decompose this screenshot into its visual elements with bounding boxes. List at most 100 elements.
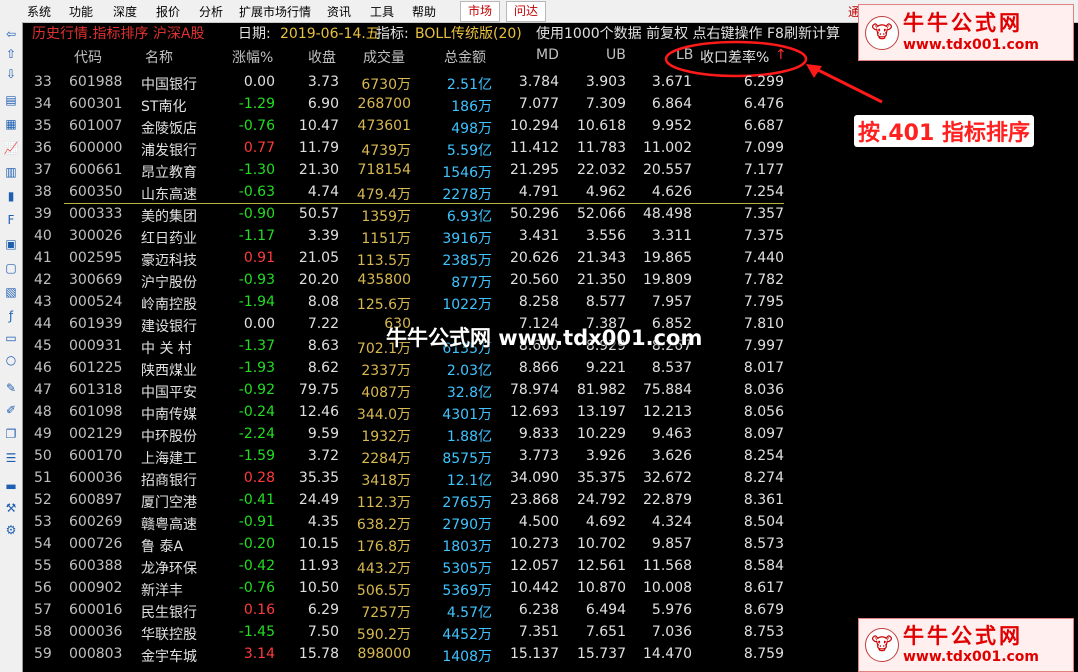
table-row[interactable]: 46 601225 陕西煤业 -1.93 8.62 2337万 2.03亿 8.866 9.22… bbox=[26, 357, 796, 379]
gear-icon[interactable]: ⚙ bbox=[3, 522, 19, 538]
left-toolbar: ⇦ ⇧ ⇩ ▤ ▦ 📈 ▥ ▮ F ▣ ▢ ▧ ƒ ▭ ○ ✎ ✐ ❐ ☰ ▬ … bbox=[0, 22, 23, 672]
table-row[interactable]: 59 000803 金宇车城 3.14 15.78 898000 1408万 15.137 15… bbox=[26, 643, 796, 665]
copy-icon[interactable]: ❐ bbox=[3, 426, 19, 442]
ub-value: 12.561 bbox=[577, 558, 626, 574]
table-row[interactable]: 54 000726 鲁 泰A -0.20 10.15 176.8万 1803万 10.273 1… bbox=[26, 533, 796, 555]
logo-title: 牛牛公式网 bbox=[903, 11, 1023, 35]
header-code[interactable]: 代码 bbox=[74, 47, 102, 67]
rate-value: 8.584 bbox=[743, 558, 784, 574]
indicator-value[interactable]: BOLL传统版(20) bbox=[415, 24, 522, 45]
lb-value: 9.952 bbox=[651, 118, 692, 134]
table-row[interactable]: 34 600301 ST南化 -1.29 6.90 268700 186万 7.077 7.30… bbox=[26, 93, 796, 115]
document-icon[interactable]: ▣ bbox=[3, 236, 19, 252]
header-name[interactable]: 名称 bbox=[145, 47, 173, 67]
header-amount[interactable]: 总金额 bbox=[444, 47, 486, 67]
amount: 32.8亿 bbox=[446, 385, 492, 401]
header-ub[interactable]: UB bbox=[606, 47, 626, 63]
menu-depth[interactable]: 深度 bbox=[113, 3, 137, 20]
menu-help[interactable]: 帮助 bbox=[412, 3, 436, 20]
amount: 1546万 bbox=[442, 165, 492, 181]
wrench-icon[interactable]: ⚒ bbox=[3, 500, 19, 516]
table-row[interactable]: 57 600016 民生银行 0.16 6.29 7257万 4.57亿 6.238 6.494… bbox=[26, 599, 796, 621]
volume: 435800 bbox=[357, 272, 411, 288]
table-row[interactable]: 43 000524 岭南控股 -1.94 8.08 125.6万 1022万 8.258 8.5… bbox=[26, 291, 796, 313]
table-row[interactable]: 47 601318 中国平安 -0.92 79.75 4087万 32.8亿 78.974 81… bbox=[26, 379, 796, 401]
ub-value: 4.962 bbox=[585, 184, 626, 200]
stack-icon[interactable]: ☰ bbox=[3, 450, 19, 466]
table-row[interactable]: 49 002129 中环股份 -2.24 9.59 1932万 1.88亿 9.833 10.2… bbox=[26, 423, 796, 445]
table-row[interactable]: 33 601988 中国银行 0.00 3.73 6730万 2.51亿 3.784 3.903… bbox=[26, 71, 796, 93]
kline-icon[interactable]: ▥ bbox=[3, 164, 19, 180]
finance-icon[interactable]: F bbox=[3, 212, 19, 228]
row-index: 38 bbox=[34, 184, 52, 200]
amount: 5.59亿 bbox=[446, 143, 492, 159]
market-button[interactable]: 市场 bbox=[460, 1, 500, 22]
table-row[interactable]: 48 601098 中南传媒 -0.24 12.46 344.0万 4301万 12.693 1… bbox=[26, 401, 796, 423]
table-row[interactable]: 53 600269 赣粤高速 -0.91 4.35 638.2万 2790万 4.500 4.6… bbox=[26, 511, 796, 533]
md-value: 23.868 bbox=[510, 492, 559, 508]
menu-system[interactable]: 系统 bbox=[27, 3, 51, 20]
table-row[interactable]: 37 600661 昂立教育 -1.30 21.30 718154 1546万 21.295 2… bbox=[26, 159, 796, 181]
menu-tools[interactable]: 工具 bbox=[370, 3, 394, 20]
lb-value: 9.857 bbox=[651, 536, 692, 552]
table-row[interactable]: 51 600036 招商银行 0.28 35.35 3418万 12.1亿 34.090 35.… bbox=[26, 467, 796, 489]
menu-quote[interactable]: 报价 bbox=[156, 3, 180, 20]
volume: 344.0万 bbox=[356, 407, 411, 423]
date-value[interactable]: 2019-06-14.五 bbox=[280, 24, 380, 45]
menu-news[interactable]: 资讯 bbox=[327, 3, 351, 20]
stock-name: 陕西煤业 bbox=[141, 363, 197, 379]
bar-chart-icon[interactable]: ▮ bbox=[3, 188, 19, 204]
table-row[interactable]: 39 000333 美的集团 -0.90 50.57 1359万 6.93亿 50.296 52… bbox=[26, 203, 796, 225]
row-index: 52 bbox=[34, 492, 52, 508]
table-row[interactable]: 55 600388 龙净环保 -0.42 11.93 443.2万 5305万 12.057 1… bbox=[26, 555, 796, 577]
formula-icon[interactable]: ƒ bbox=[3, 308, 19, 324]
table-row[interactable]: 42 300669 沪宁股份 -0.93 20.20 435800 877万 20.560 21… bbox=[26, 269, 796, 291]
quote-list-icon[interactable]: ▤ bbox=[3, 92, 19, 108]
line-chart-icon[interactable]: 📈 bbox=[3, 140, 19, 156]
rate-value: 6.299 bbox=[743, 74, 784, 90]
header-change-pct[interactable]: 涨幅% bbox=[232, 47, 273, 67]
wenda-button[interactable]: 问达 bbox=[506, 1, 546, 22]
header-close[interactable]: 收盘 bbox=[308, 47, 336, 67]
back-arrow-icon[interactable]: ⇦ bbox=[3, 26, 19, 42]
table-row[interactable]: 52 600897 厦门空港 -0.41 24.49 112.3万 2765万 23.868 2… bbox=[26, 489, 796, 511]
header-md[interactable]: MD bbox=[536, 47, 559, 63]
volume: 112.3万 bbox=[356, 495, 411, 511]
amount: 8575万 bbox=[442, 451, 492, 467]
circle-icon[interactable]: ○ bbox=[3, 352, 19, 368]
lb-value: 4.626 bbox=[651, 184, 692, 200]
rate-value: 8.036 bbox=[743, 382, 784, 398]
stock-code: 600301 bbox=[69, 96, 123, 112]
ub-value: 7.309 bbox=[585, 96, 626, 112]
table-row[interactable]: 50 600170 上海建工 -1.59 3.72 2284万 8575万 3.773 3.92… bbox=[26, 445, 796, 467]
amount: 186万 bbox=[451, 99, 492, 115]
volume: 3418万 bbox=[361, 473, 411, 489]
table-row[interactable]: 40 300026 红日药业 -1.17 3.39 1151万 3916万 3.431 3.55… bbox=[26, 225, 796, 247]
lb-value: 48.498 bbox=[643, 206, 692, 222]
md-value: 8.258 bbox=[518, 294, 559, 310]
calendar-icon[interactable]: ▢ bbox=[3, 260, 19, 276]
grid-icon[interactable]: ▦ bbox=[3, 116, 19, 132]
menu-function[interactable]: 功能 bbox=[69, 3, 93, 20]
volume: 473601 bbox=[357, 118, 411, 134]
table-row[interactable]: 41 002595 豪迈科技 0.91 21.05 113.5万 2385万 20.626 21… bbox=[26, 247, 796, 269]
row-index: 49 bbox=[34, 426, 52, 442]
table-row[interactable]: 35 601007 金陵饭店 -0.76 10.47 473601 498万 10.294 10… bbox=[26, 115, 796, 137]
window-icon[interactable]: ▭ bbox=[3, 330, 19, 346]
header-volume[interactable]: 成交量 bbox=[363, 47, 405, 67]
row-index: 51 bbox=[34, 470, 52, 486]
up-arrow-icon[interactable]: ⇧ bbox=[3, 46, 19, 62]
table-row[interactable]: 36 600000 浦发银行 0.77 11.79 4739万 5.59亿 11.412 11.… bbox=[26, 137, 796, 159]
notes-icon[interactable]: ✎ bbox=[3, 380, 19, 396]
menu-analysis[interactable]: 分析 bbox=[199, 3, 223, 20]
volume: 176.8万 bbox=[356, 539, 411, 555]
down-arrow-icon[interactable]: ⇩ bbox=[3, 66, 19, 82]
table-row[interactable]: 38 600350 山东高速 -0.63 4.74 479.4万 2278万 4.791 4.9… bbox=[26, 181, 796, 203]
menu-extended-market[interactable]: 扩展市场行情 bbox=[239, 3, 311, 20]
report-icon[interactable]: ▧ bbox=[3, 284, 19, 300]
folder-icon[interactable]: ▬ bbox=[3, 478, 19, 494]
edit-icon[interactable]: ✐ bbox=[3, 402, 19, 418]
table-row[interactable]: 58 000036 华联控股 -1.45 7.50 590.2万 4452万 7.351 7.6… bbox=[26, 621, 796, 643]
volume: 898000 bbox=[357, 646, 411, 662]
table-row[interactable]: 56 000902 新洋丰 -0.76 10.50 506.5万 5369万 10.442 10… bbox=[26, 577, 796, 599]
